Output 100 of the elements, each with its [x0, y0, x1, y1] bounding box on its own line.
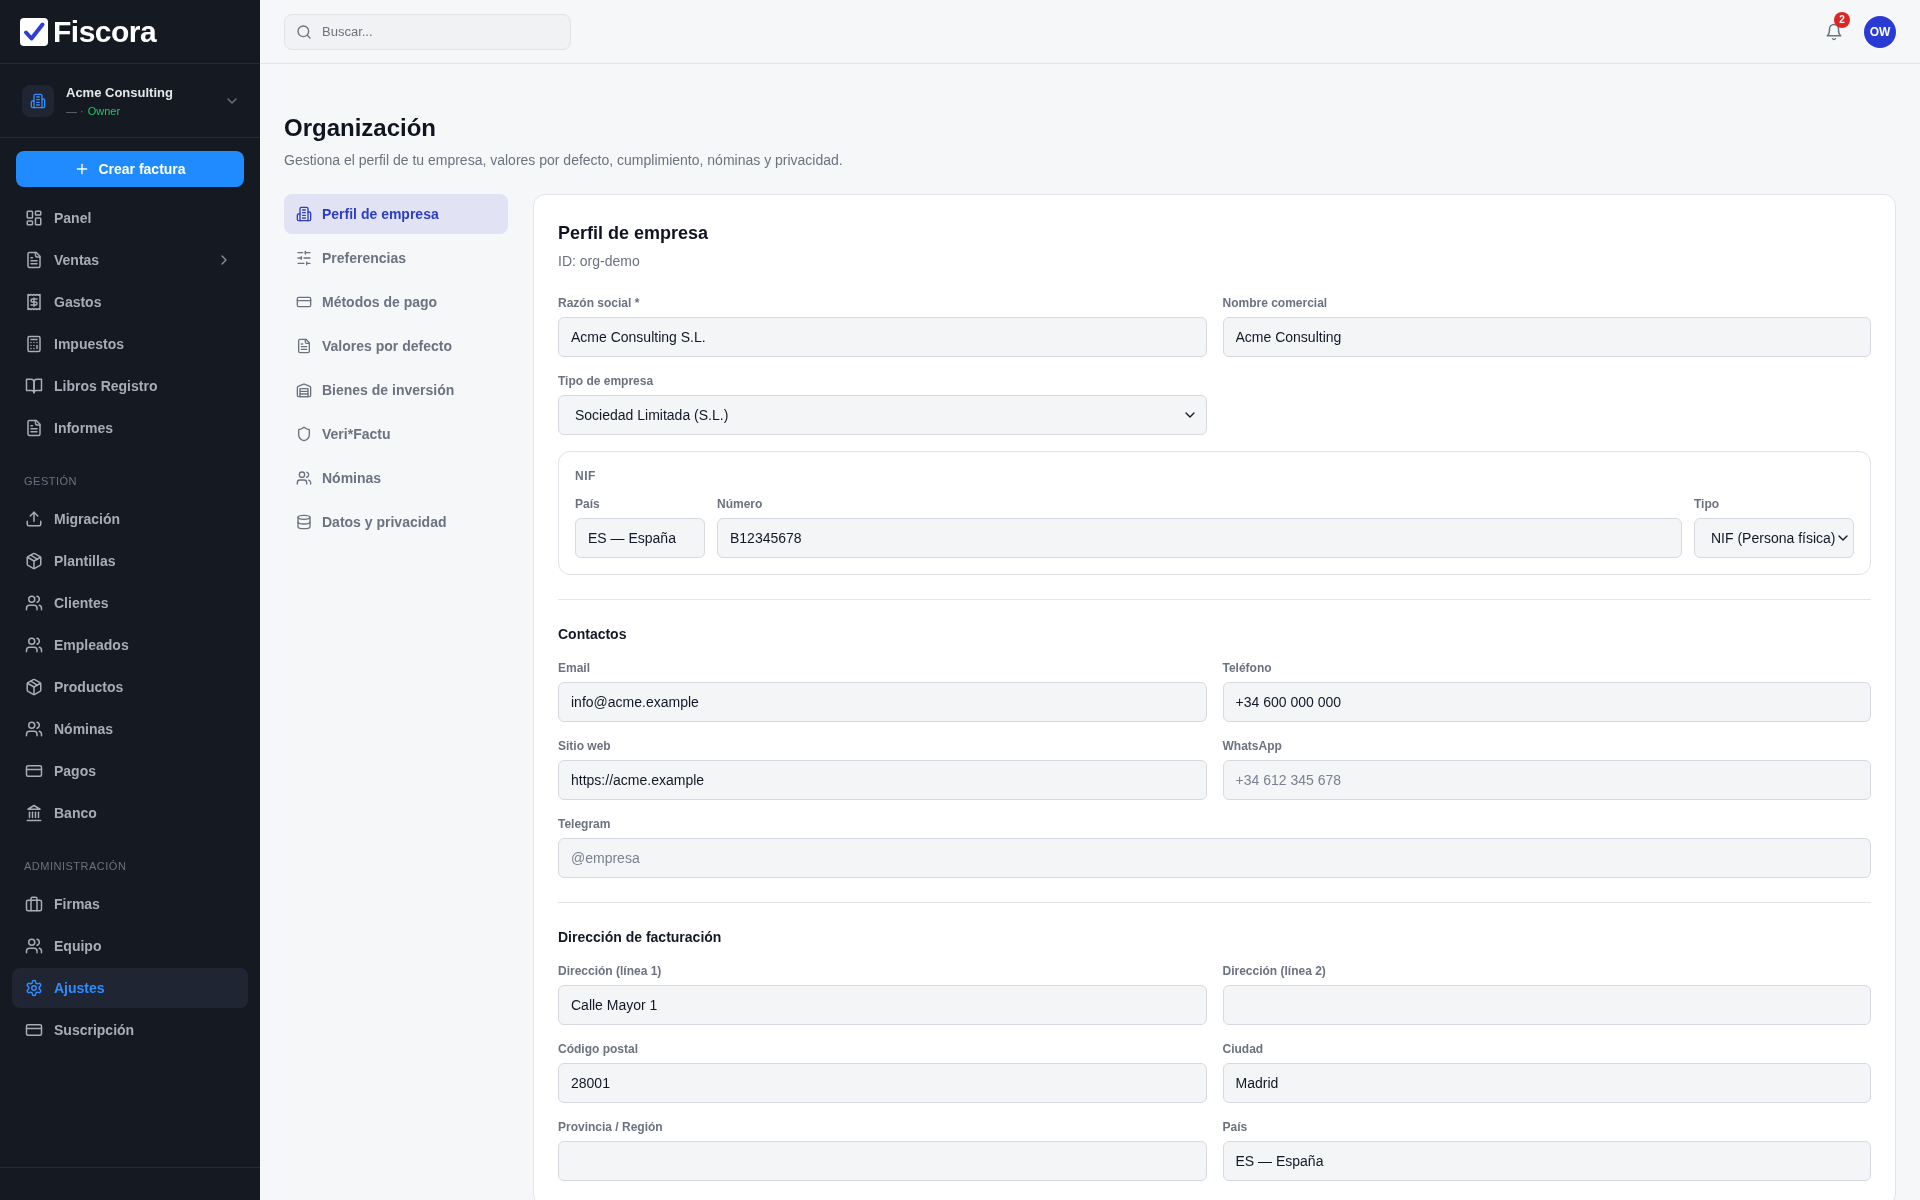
sidebar-item[interactable]: Libros Registro: [12, 366, 248, 406]
text-field[interactable]: 28001: [558, 1063, 1207, 1103]
sidebar-item[interactable]: Ajustes: [12, 968, 248, 1008]
sidebar-item[interactable]: Suscripción: [12, 1010, 248, 1050]
building-icon: [296, 206, 312, 222]
sidebar-item[interactable]: Productos: [12, 667, 248, 707]
text-field[interactable]: [1222, 985, 1871, 1025]
sidebar-item[interactable]: Pagos: [12, 751, 248, 791]
field-label: Teléfono: [1222, 660, 1273, 676]
text-field[interactable]: ES — España: [575, 518, 705, 558]
settings-nav-item[interactable]: Bienes de inversión: [284, 370, 508, 410]
sidebar-item[interactable]: Informes: [12, 408, 248, 448]
page-subtitle: Gestiona el perfil de tu empresa, valores por defecto, cumplimiento, nóminas y privacidad.: [284, 151, 844, 170]
field-label: Número: [717, 496, 764, 512]
sidebar-item[interactable]: Banco: [12, 793, 248, 833]
package-icon: [25, 552, 43, 570]
users-icon: [296, 470, 312, 486]
users-icon: [25, 636, 43, 654]
settings-icon: [25, 979, 43, 997]
sidebar-item[interactable]: Nóminas: [12, 709, 248, 749]
database-icon: [296, 514, 312, 530]
text-field[interactable]: Acme Consulting S.L.: [558, 317, 1207, 357]
field-label: País: [1222, 1119, 1249, 1135]
field-label: Razón social *: [558, 295, 641, 311]
credit-card-icon: [296, 294, 312, 310]
document-icon: [25, 419, 43, 437]
text-field[interactable]: Madrid: [1222, 1063, 1871, 1103]
checkmark-logo-icon: [20, 17, 48, 46]
building-icon: [30, 92, 46, 109]
credit-card-icon: [25, 1021, 43, 1039]
field-label: Ciudad: [1222, 1041, 1265, 1057]
shield-icon: [296, 426, 312, 442]
card-title: Perfil de empresa: [558, 222, 710, 245]
field-label: Nombre comercial: [1222, 295, 1329, 311]
user-avatar[interactable]: OW: [1864, 15, 1896, 48]
receipt-icon: [25, 293, 43, 311]
users-icon: [25, 594, 43, 612]
sidebar-item[interactable]: Empleados: [12, 625, 248, 665]
field-label: Tipo de empresa: [558, 373, 655, 389]
text-field[interactable]: https://acme.example: [558, 760, 1207, 800]
text-field[interactable]: B12345678: [717, 518, 1682, 558]
organization-id: ID: org-demo: [558, 252, 641, 271]
section-heading: ADMINISTRACIÓN: [24, 860, 127, 872]
upload-icon: [25, 510, 43, 528]
dropdown[interactable]: Sociedad Limitada (S.L.): [558, 395, 1207, 435]
warehouse-icon: [296, 382, 312, 398]
bank-icon: [25, 804, 43, 822]
sidebar-item[interactable]: Migración: [12, 499, 248, 539]
settings-nav-item[interactable]: Perfil de empresa: [284, 194, 508, 234]
field-label: País: [575, 496, 601, 512]
settings-nav-item[interactable]: Preferencias: [284, 238, 508, 278]
text-field[interactable]: +34 600 000 000: [1222, 682, 1871, 722]
dashboard-icon: [25, 209, 43, 227]
sidebar-item[interactable]: Ventas: [12, 240, 248, 280]
sidebar-item[interactable]: Panel: [12, 198, 248, 238]
sidebar-item[interactable]: Clientes: [12, 583, 248, 623]
briefcase-icon: [25, 895, 43, 913]
calculator-icon: [25, 335, 43, 353]
organization-meta: — ·: [66, 103, 84, 119]
search-icon: [296, 23, 312, 40]
package-icon: [25, 678, 43, 696]
text-field[interactable]: [558, 1141, 1207, 1181]
document-icon: [296, 338, 312, 354]
sidebar-item[interactable]: Firmas: [12, 884, 248, 924]
text-field[interactable]: +34 612 345 678: [1222, 760, 1871, 800]
organization-name: Acme Consulting: [66, 83, 173, 102]
field-label: Sitio web: [558, 738, 612, 754]
text-field[interactable]: ES — España: [1222, 1141, 1871, 1181]
field-label: Telegram: [558, 816, 612, 832]
settings-nav-item[interactable]: Veri*Factu: [284, 414, 508, 454]
sidebar-item[interactable]: Plantillas: [12, 541, 248, 581]
text-field[interactable]: Acme Consulting: [1222, 317, 1871, 357]
settings-nav-item[interactable]: Métodos de pago: [284, 282, 508, 322]
field-label: Tipo: [1694, 496, 1721, 512]
settings-nav-item[interactable]: Nóminas: [284, 458, 508, 498]
sidebar-item[interactable]: Gastos: [12, 282, 248, 322]
open-book-icon: [25, 377, 43, 395]
sidebar-item[interactable]: Equipo: [12, 926, 248, 966]
text-field[interactable]: info@acme.example: [558, 682, 1207, 722]
field-label: Provincia / Región: [558, 1119, 664, 1135]
section-title: Contactos: [558, 625, 628, 644]
section-title: Dirección de facturación: [558, 928, 723, 947]
credit-card-icon: [25, 762, 43, 780]
text-field[interactable]: @empresa: [558, 838, 1871, 878]
settings-nav-item[interactable]: Datos y privacidad: [284, 502, 508, 542]
app-name: Fiscora: [53, 16, 157, 47]
bell-icon: [1825, 22, 1843, 41]
section-heading: GESTIÓN: [24, 475, 77, 487]
field-label: Dirección (línea 1): [558, 963, 663, 979]
group-legend: NIF: [575, 468, 1854, 484]
field-label: Código postal: [558, 1041, 639, 1057]
sidebar-item[interactable]: Impuestos: [12, 324, 248, 364]
settings-nav-item[interactable]: Valores por defecto: [284, 326, 508, 366]
sliders-icon: [296, 250, 312, 266]
dropdown[interactable]: NIF (Persona física): [1694, 518, 1854, 558]
page-title: Organización: [284, 113, 438, 143]
users-icon: [25, 720, 43, 738]
field-label: Email: [558, 660, 591, 676]
search-field[interactable]: Buscar...: [284, 13, 571, 50]
text-field[interactable]: Calle Mayor 1: [558, 985, 1207, 1025]
